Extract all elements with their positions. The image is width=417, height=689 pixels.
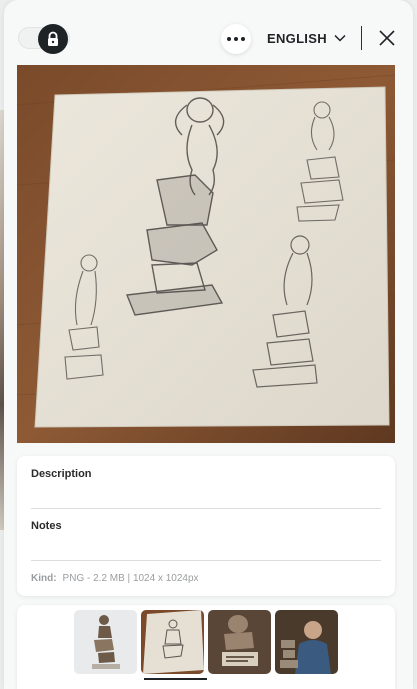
lock-icon <box>48 31 58 46</box>
language-label: ENGLISH <box>267 30 327 46</box>
notes-field[interactable] <box>31 560 381 561</box>
close-icon <box>379 30 395 46</box>
header-divider <box>361 26 362 50</box>
lock-toggle-knob[interactable] <box>38 24 68 54</box>
more-options-button[interactable] <box>221 24 251 54</box>
details-card: Description Notes Kind: PNG - 2.2 MB | 10… <box>17 456 395 596</box>
notes-label: Notes <box>31 520 62 532</box>
thumbnail-strip <box>17 605 395 689</box>
thumbnail-1[interactable] <box>74 610 137 674</box>
chevron-down-icon <box>334 34 346 42</box>
kind-value: PNG - 2.2 MB | 1024 x 1024px <box>62 573 199 584</box>
description-label: Description <box>31 468 92 480</box>
main-image[interactable] <box>17 65 395 443</box>
language-selector[interactable]: ENGLISH <box>267 29 346 47</box>
file-meta: Kind: PNG - 2.2 MB | 1024 x 1024px <box>31 573 199 584</box>
kind-label: Kind: <box>31 573 57 584</box>
image-detail-panel: ENGLISH Description Notes Kind: PNG - 2.… <box>4 0 413 689</box>
close-button[interactable] <box>376 27 398 49</box>
thumbnail-3[interactable] <box>208 610 271 674</box>
more-horizontal-icon <box>227 37 231 41</box>
description-field[interactable] <box>31 508 381 509</box>
thumbnail-4[interactable] <box>275 610 338 674</box>
selected-thumbnail-indicator <box>144 678 207 680</box>
thumbnail-2[interactable] <box>141 610 204 674</box>
